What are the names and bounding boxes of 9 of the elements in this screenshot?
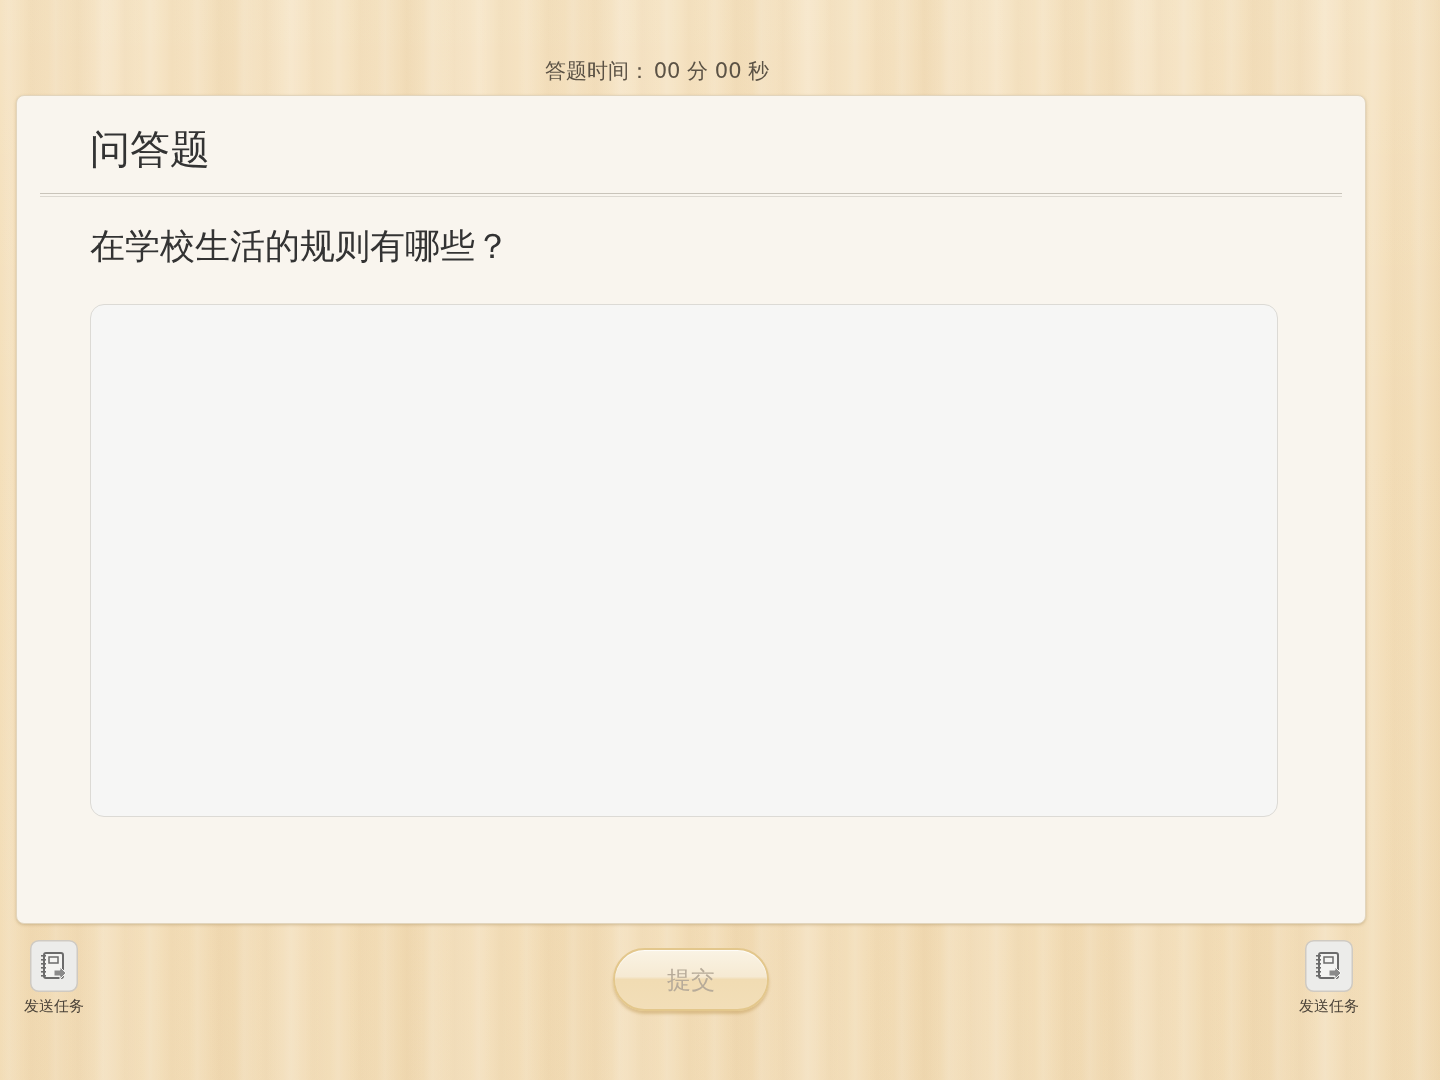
answer-box[interactable] bbox=[90, 304, 1278, 817]
question-text: 在学校生活的规则有哪些？ bbox=[90, 225, 510, 268]
timer-value: 00 分 00 秒 bbox=[653, 58, 770, 85]
send-task-button[interactable]: 发送任务 bbox=[1299, 940, 1359, 1015]
timer-label: 答题时间： bbox=[544, 58, 650, 85]
notebook-icon bbox=[1305, 940, 1353, 992]
send-task-button[interactable]: 发送任务 bbox=[24, 940, 84, 1015]
notebook-icon bbox=[30, 940, 78, 992]
question-type-title: 问答题 bbox=[90, 125, 210, 174]
